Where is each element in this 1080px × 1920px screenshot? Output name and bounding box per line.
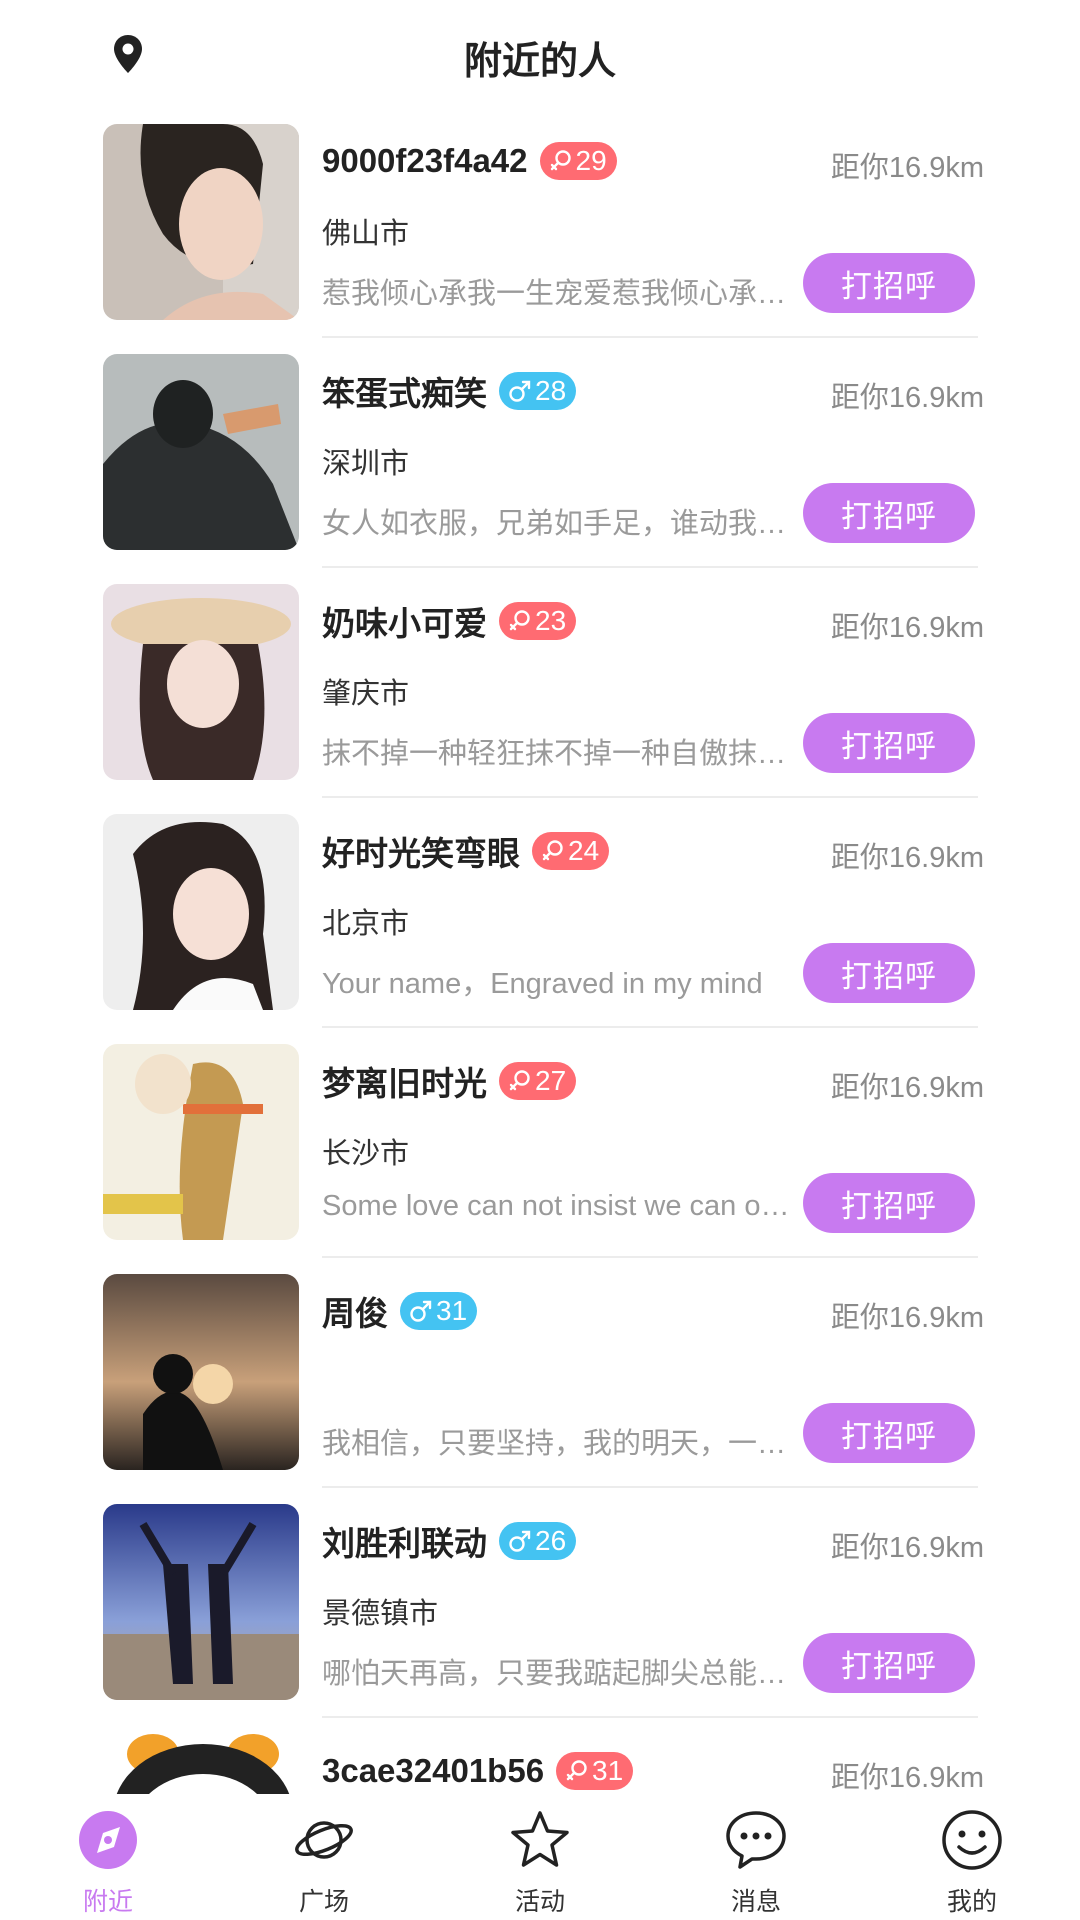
female-icon <box>509 1070 530 1091</box>
list-item[interactable]: 奶味小可爱 23 距你16.9km 肇庆市 抹不掉一种轻狂抹不掉一种自傲抹不掉 … <box>0 584 1080 814</box>
signature-text: 惹我倾心承我一生宠爱惹我倾心承我一生宠爱 <box>322 278 792 310</box>
female-icon <box>542 840 563 861</box>
tab-label: 活动 <box>514 1888 565 1916</box>
list-item[interactable]: 笨蛋式痴笑 28 距你16.9km 深圳市 女人如衣服，兄弟如手足，谁动我手足 … <box>0 354 1080 584</box>
distance-label: 距你16.9km <box>830 612 984 644</box>
user-name: 刘胜利联动 <box>322 1525 487 1562</box>
distance-label: 距你16.9km <box>830 1762 984 1794</box>
gender-age-badge: 31 <box>556 1752 634 1790</box>
greet-button[interactable]: 打招呼 <box>803 483 975 543</box>
female-icon <box>566 1760 587 1781</box>
distance-label: 距你16.9km <box>830 1302 984 1334</box>
top-bar: 附近的人 <box>0 0 1080 110</box>
planet-icon <box>292 1808 356 1872</box>
female-icon <box>550 150 571 171</box>
divider <box>322 796 978 798</box>
gender-age-badge: 23 <box>499 602 577 640</box>
distance-label: 距你16.9km <box>830 842 984 874</box>
divider <box>322 336 978 338</box>
signature-text: Some love can not insist we can only <box>322 1190 792 1222</box>
gender-age-badge: 24 <box>532 832 610 870</box>
gender-age-badge: 28 <box>499 372 577 410</box>
list-item[interactable]: 刘胜利联动 26 距你16.9km 景德镇市 哪怕天再高，只要我踮起脚尖总能触碰… <box>0 1504 1080 1734</box>
distance-label: 距你16.9km <box>830 382 984 414</box>
list-item[interactable]: 好时光笑弯眼 24 距你16.9km 北京市 Your name，Engrave… <box>0 814 1080 1044</box>
list-item[interactable]: 梦离旧时光 27 距你16.9km 长沙市 Some love can not … <box>0 1044 1080 1274</box>
tab-plaza[interactable]: 广场 <box>216 1794 432 1920</box>
signature-text: 抹不掉一种轻狂抹不掉一种自傲抹不掉 <box>322 738 792 770</box>
page-title: 附近的人 <box>463 41 616 83</box>
greet-button[interactable]: 打招呼 <box>803 1403 975 1463</box>
tab-nearby[interactable]: 附近 <box>0 1794 216 1920</box>
signature-text: 女人如衣服，兄弟如手足，谁动我手足 <box>322 508 792 540</box>
user-avatar[interactable] <box>103 1734 299 1794</box>
user-name: 笨蛋式痴笑 <box>322 375 487 412</box>
user-name: 9000f23f4a42 <box>322 142 528 179</box>
user-avatar[interactable] <box>103 1274 299 1470</box>
star-icon <box>508 1808 572 1872</box>
male-icon <box>509 380 531 402</box>
tab-label: 我的 <box>946 1888 997 1916</box>
city-label: 佛山市 <box>322 218 410 250</box>
distance-label: 距你16.9km <box>830 1532 984 1564</box>
greet-button[interactable]: 打招呼 <box>803 1633 975 1693</box>
female-icon <box>509 610 530 631</box>
user-name: 奶味小可爱 <box>322 605 487 642</box>
user-avatar[interactable] <box>103 1044 299 1240</box>
city-label: 北京市 <box>322 908 410 940</box>
tab-label: 附近 <box>82 1888 133 1916</box>
user-avatar[interactable] <box>103 354 299 550</box>
greet-button[interactable]: 打招呼 <box>803 1173 975 1233</box>
signature-text: Your name，Engraved in my mind <box>322 968 763 1000</box>
tab-activity[interactable]: 活动 <box>432 1794 648 1920</box>
city-label: 肇庆市 <box>322 678 410 710</box>
user-name: 梦离旧时光 <box>322 1065 487 1102</box>
distance-label: 距你16.9km <box>830 152 984 184</box>
bottom-tab-bar: 附近 广场 活动 消息 我的 <box>0 1794 1080 1920</box>
user-avatar[interactable] <box>103 584 299 780</box>
user-avatar[interactable] <box>103 1504 299 1700</box>
city-label: 长沙市 <box>322 1138 410 1170</box>
male-icon <box>509 1530 531 1552</box>
tab-label: 消息 <box>730 1888 781 1916</box>
user-avatar[interactable] <box>103 124 299 320</box>
gender-age-badge: 29 <box>539 142 617 180</box>
gender-age-badge: 31 <box>400 1292 478 1330</box>
signature-text: 我相信，只要坚持，我的明天，一定会 <box>322 1428 792 1460</box>
tab-label: 广场 <box>298 1888 349 1916</box>
list-item[interactable]: 9000f23f4a42 29 距你16.9km 佛山市 惹我倾心承我一生宠爱惹… <box>0 124 1080 354</box>
greet-button[interactable]: 打招呼 <box>803 253 975 313</box>
user-name: 好时光笑弯眼 <box>322 835 520 872</box>
male-icon <box>410 1300 432 1322</box>
gender-age-badge: 27 <box>499 1062 577 1100</box>
tab-me[interactable]: 我的 <box>864 1794 1080 1920</box>
greet-button[interactable]: 打招呼 <box>803 713 975 773</box>
city-label: 景德镇市 <box>322 1598 439 1630</box>
divider <box>322 1256 978 1258</box>
user-name: 周俊 <box>322 1295 388 1332</box>
city-label: 深圳市 <box>322 448 410 480</box>
divider <box>322 1486 978 1488</box>
list-item[interactable]: 3cae32401b56 31 距你16.9km <box>0 1734 1080 1794</box>
compass-icon <box>76 1808 140 1872</box>
divider <box>322 1026 978 1028</box>
nearby-user-list[interactable]: 9000f23f4a42 29 距你16.9km 佛山市 惹我倾心承我一生宠爱惹… <box>0 124 1080 1794</box>
signature-text: 哪怕天再高，只要我踮起脚尖总能触碰 <box>322 1658 792 1690</box>
user-avatar[interactable] <box>103 814 299 1010</box>
gender-age-badge: 26 <box>499 1522 577 1560</box>
list-item[interactable]: 周俊 31 距你16.9km 我相信，只要坚持，我的明天，一定会 打招呼 <box>0 1274 1080 1504</box>
chat-bubble-icon <box>724 1808 788 1872</box>
distance-label: 距你16.9km <box>830 1072 984 1104</box>
greet-button[interactable]: 打招呼 <box>803 943 975 1003</box>
divider <box>322 1716 978 1718</box>
tab-messages[interactable]: 消息 <box>648 1794 864 1920</box>
smiley-icon <box>940 1808 1004 1872</box>
user-name: 3cae32401b56 <box>322 1752 545 1789</box>
divider <box>322 566 978 568</box>
